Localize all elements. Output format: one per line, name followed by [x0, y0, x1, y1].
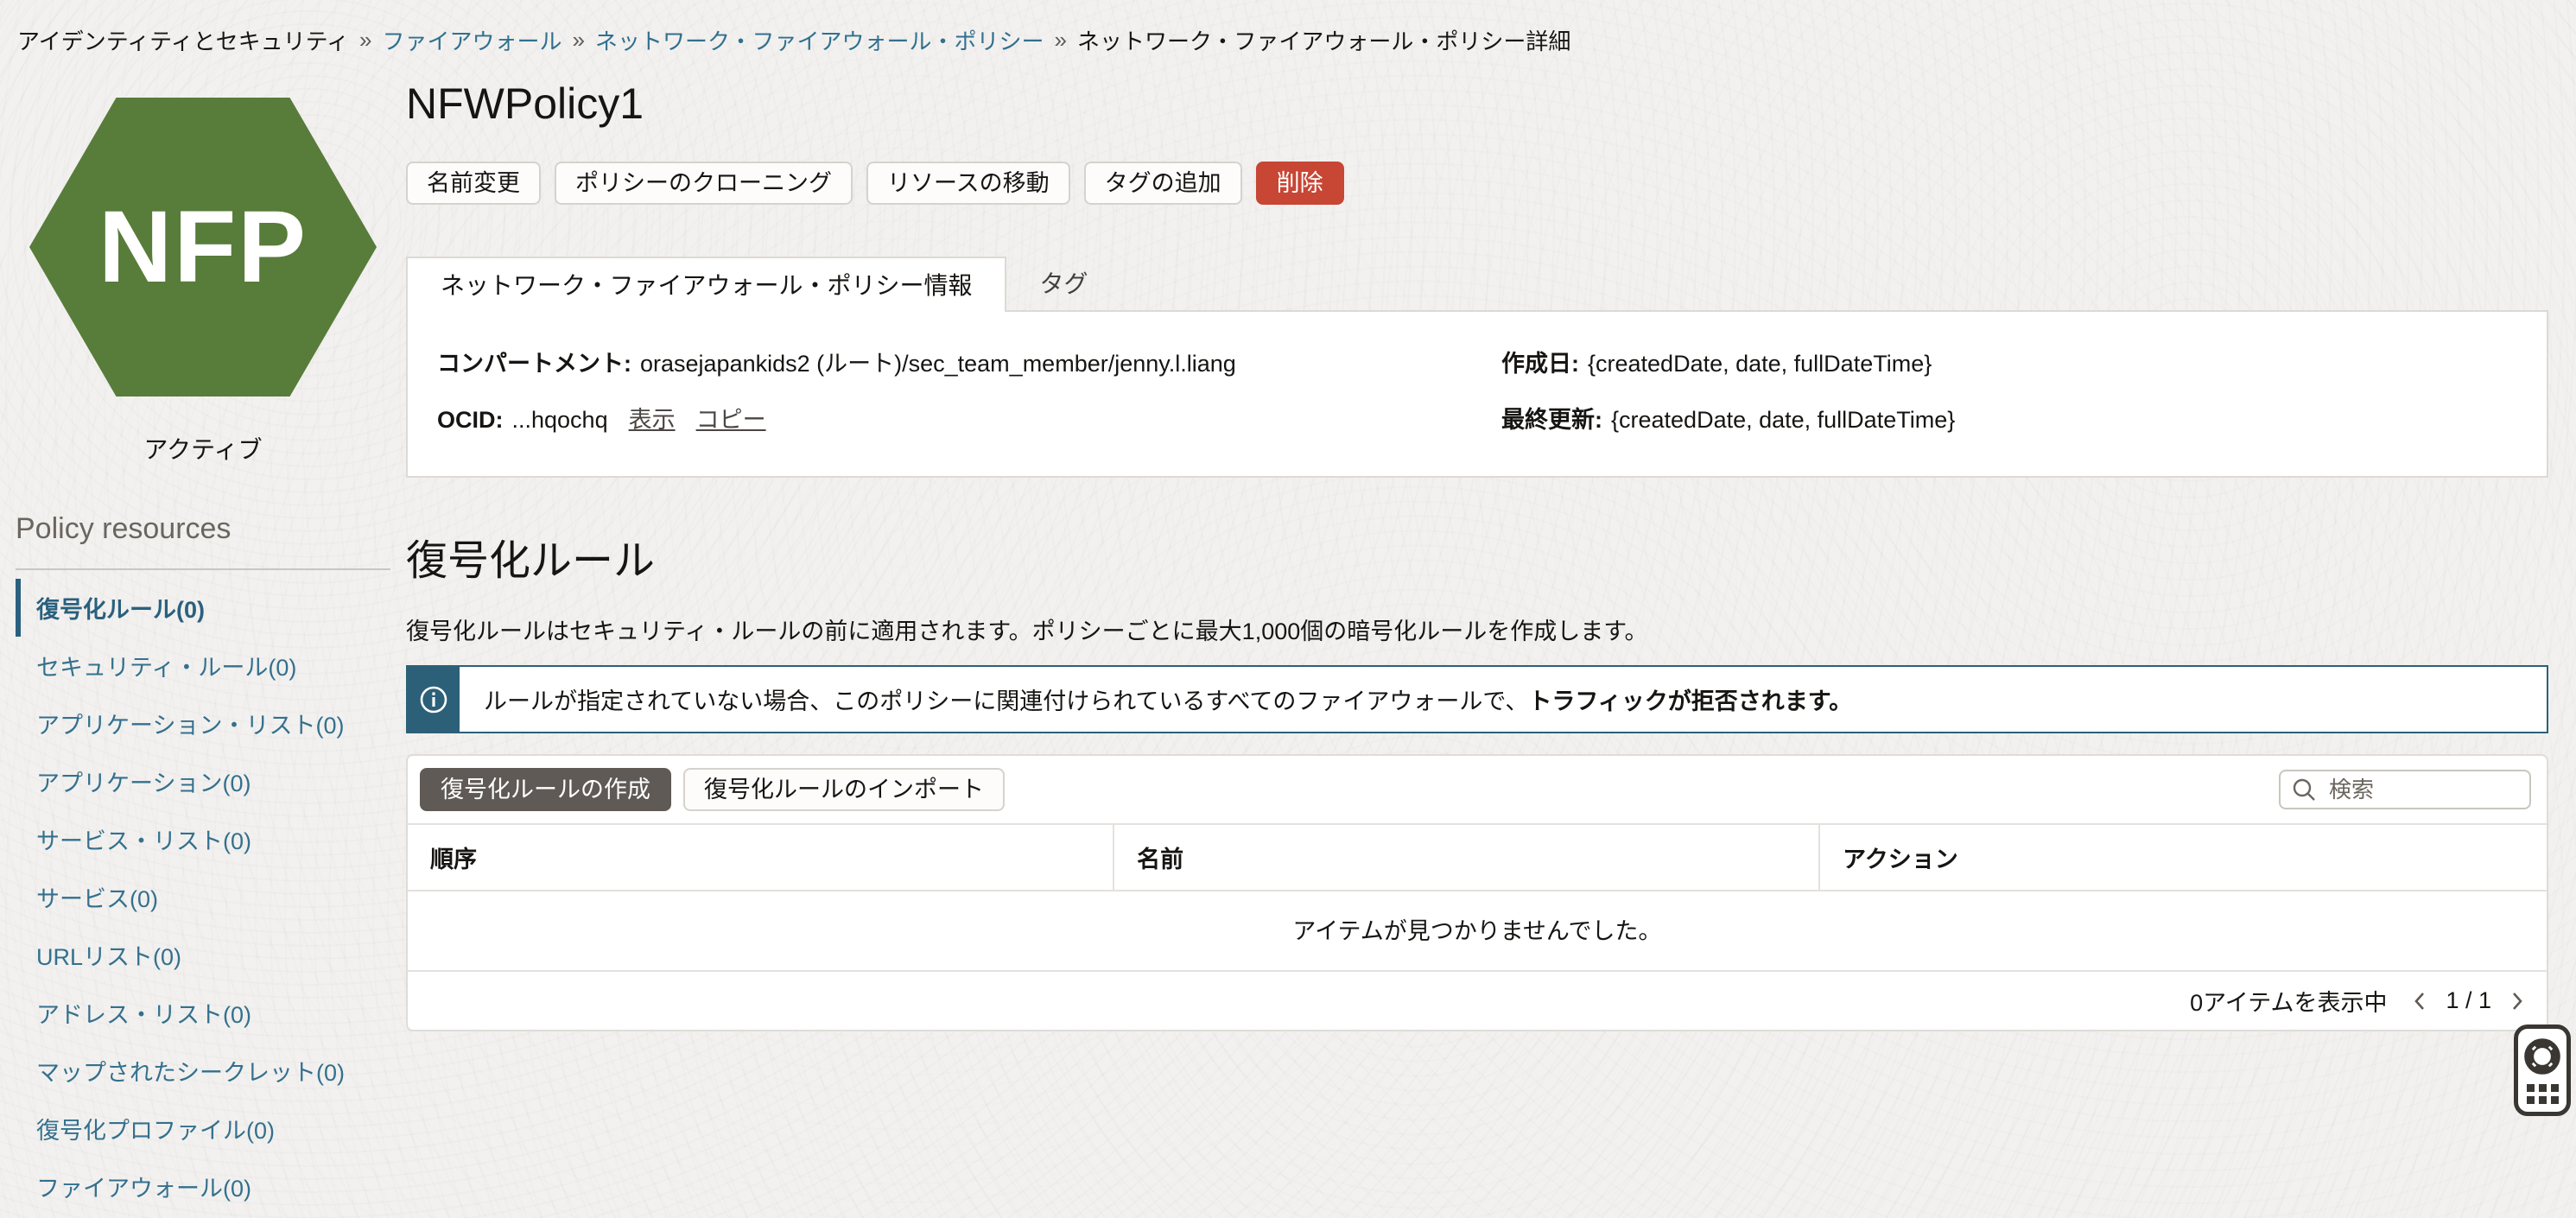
banner-text: ルールが指定されていない場合、このポリシーに関連付けられているすべてのファイアウ… — [484, 688, 1528, 714]
info-icon — [408, 667, 460, 732]
column-header-action[interactable]: アクション — [1819, 824, 2547, 891]
page-title: NFWPolicy1 — [406, 79, 2548, 129]
life-ring-icon — [2522, 1037, 2562, 1076]
breadcrumb-item-policy-details: ネットワーク・ファイアウォール・ポリシー詳細 — [1077, 24, 1570, 56]
sidebar-item-firewalls[interactable]: ファイアウォール(0) — [16, 1158, 406, 1215]
column-header-order[interactable]: 順序 — [408, 824, 1114, 891]
move-resource-button[interactable]: リソースの移動 — [866, 162, 1070, 205]
created-row: 作成日: {createdDate, date, fullDateTime} — [1501, 345, 1955, 378]
details-right-column: 作成日: {createdDate, date, fullDateTime} 最… — [1501, 345, 1955, 435]
actions-row: 名前変更 ポリシーのクローニング リソースの移動 タグの追加 削除 — [406, 162, 2548, 205]
column-header-name[interactable]: 名前 — [1114, 824, 1819, 891]
sidebar-item-services[interactable]: サービス(0) — [16, 868, 406, 926]
sidebar-nav: 復号化ルール(0) セキュリティ・ルール(0) アプリケーション・リスト(0) … — [16, 579, 406, 1218]
breadcrumb-separator: » — [359, 27, 371, 54]
status-badge: アクティブ — [0, 431, 406, 466]
entity-initials: NFP — [98, 188, 308, 306]
previous-page-icon[interactable] — [2409, 990, 2432, 1012]
updated-label: 最終更新: — [1501, 401, 1602, 435]
sidebar-item-decryption-rules[interactable]: 復号化ルール(0) — [16, 579, 406, 637]
details-left-column: コンパートメント: orasejapankids2 (ルート)/sec_team… — [437, 345, 1501, 435]
add-tags-button[interactable]: タグの追加 — [1084, 162, 1242, 205]
breadcrumb: アイデンティティとセキュリティ » ファイアウォール » ネットワーク・ファイア… — [0, 0, 2576, 56]
breadcrumb-item-firewalls[interactable]: ファイアウォール — [383, 24, 562, 56]
left-column: NFP アクティブ Policy resources 復号化ルール(0) セキュ… — [0, 56, 406, 1218]
table-empty-row: アイテムが見つかりませんでした。 — [408, 891, 2547, 970]
delete-button[interactable]: 削除 — [1256, 162, 1344, 205]
created-label: 作成日: — [1501, 345, 1579, 378]
main-content: NFWPolicy1 名前変更 ポリシーのクローニング リソースの移動 タグの追… — [406, 56, 2576, 1031]
decryption-rules-table: 順序 名前 アクション アイテムが見つかりませんでした。 — [408, 823, 2547, 970]
compartment-value: orasejapankids2 (ルート)/sec_team_member/je… — [640, 345, 1236, 378]
sidebar-item-security-rules[interactable]: セキュリティ・ルール(0) — [16, 637, 406, 695]
rename-button[interactable]: 名前変更 — [406, 162, 541, 205]
page-indicator: 1 / 1 — [2446, 987, 2491, 1014]
sidebar-item-url-lists[interactable]: URLリスト(0) — [16, 926, 406, 984]
tab-policy-information[interactable]: ネットワーク・ファイアウォール・ポリシー情報 — [406, 257, 1006, 312]
table-footer: 0アイテムを表示中 1 / 1 — [408, 970, 2547, 1030]
sidebar-item-decryption-profiles[interactable]: 復号化プロファイル(0) — [16, 1100, 406, 1158]
sidebar-heading: Policy resources — [16, 512, 406, 546]
updated-row: 最終更新: {createdDate, date, fullDateTime} — [1501, 401, 1955, 435]
info-banner: ルールが指定されていない場合、このポリシーに関連付けられているすべてのファイアウ… — [406, 665, 2548, 733]
sidebar-item-applications[interactable]: アプリケーション(0) — [16, 752, 406, 810]
sidebar-item-address-lists[interactable]: アドレス・リスト(0) — [16, 984, 406, 1042]
search-icon — [2291, 777, 2317, 802]
ocid-copy-link[interactable]: コピー — [696, 401, 766, 435]
created-value: {createdDate, date, fullDateTime} — [1588, 351, 1932, 377]
sidebar-item-mapped-secrets[interactable]: マップされたシークレット(0) — [16, 1042, 406, 1100]
section-description: 復号化ルールはセキュリティ・ルールの前に適用されます。ポリシーごとに最大1,00… — [406, 612, 2548, 646]
policy-information-panel: コンパートメント: orasejapankids2 (ルート)/sec_team… — [406, 310, 2548, 478]
next-page-icon[interactable] — [2505, 990, 2528, 1012]
compartment-row: コンパートメント: orasejapankids2 (ルート)/sec_team… — [437, 345, 1501, 378]
sidebar-item-application-lists[interactable]: アプリケーション・リスト(0) — [16, 695, 406, 752]
info-banner-text: ルールが指定されていない場合、このポリシーに関連付けられているすべてのファイアウ… — [460, 667, 1876, 732]
ocid-value: ...hqochq — [512, 407, 608, 434]
create-decryption-rule-button[interactable]: 復号化ルールの作成 — [420, 768, 671, 811]
tabs: ネットワーク・ファイアウォール・ポリシー情報 タグ — [406, 257, 2548, 312]
ocid-show-link[interactable]: 表示 — [629, 401, 676, 435]
help-widget-button[interactable] — [2514, 1025, 2571, 1116]
sidebar-item-service-lists[interactable]: サービス・リスト(0) — [16, 810, 406, 868]
decryption-rules-table-card: 復号化ルールの作成 復号化ルールのインポート 順序 — [406, 754, 2548, 1031]
search-box — [2279, 770, 2531, 809]
breadcrumb-item-identity-security: アイデンティティとセキュリティ — [17, 24, 349, 56]
banner-text-bold: トラフィックが拒否されます。 — [1528, 688, 1852, 714]
compartment-label: コンパートメント: — [437, 345, 631, 378]
tab-tags[interactable]: タグ — [1006, 257, 1120, 312]
entity-hexagon-icon: NFP — [29, 98, 377, 396]
page: アイデンティティとセキュリティ » ファイアウォール » ネットワーク・ファイア… — [0, 0, 2576, 1218]
clone-policy-button[interactable]: ポリシーのクローニング — [555, 162, 853, 205]
sidebar: Policy resources 復号化ルール(0) セキュリティ・ルール(0)… — [0, 512, 406, 1218]
breadcrumb-separator: » — [1054, 27, 1066, 54]
import-decryption-rules-button[interactable]: 復号化ルールのインポート — [683, 768, 1005, 811]
breadcrumb-item-network-firewall-policies[interactable]: ネットワーク・ファイアウォール・ポリシー — [595, 24, 1044, 56]
updated-value: {createdDate, date, fullDateTime} — [1611, 407, 1955, 434]
empty-message: アイテムが見つかりませんでした。 — [408, 891, 2547, 970]
apps-grid-icon — [2527, 1084, 2559, 1104]
sidebar-divider — [16, 568, 390, 570]
ocid-label: OCID: — [437, 407, 504, 434]
breadcrumb-separator: » — [573, 27, 585, 54]
ocid-row: OCID: ...hqochq 表示 コピー — [437, 401, 1501, 435]
table-toolbar: 復号化ルールの作成 復号化ルールのインポート — [408, 756, 2547, 823]
section-heading: 復号化ルール — [406, 526, 2548, 587]
items-shown-label: 0アイテムを表示中 — [2190, 984, 2387, 1018]
pagination: 1 / 1 — [2409, 987, 2528, 1014]
